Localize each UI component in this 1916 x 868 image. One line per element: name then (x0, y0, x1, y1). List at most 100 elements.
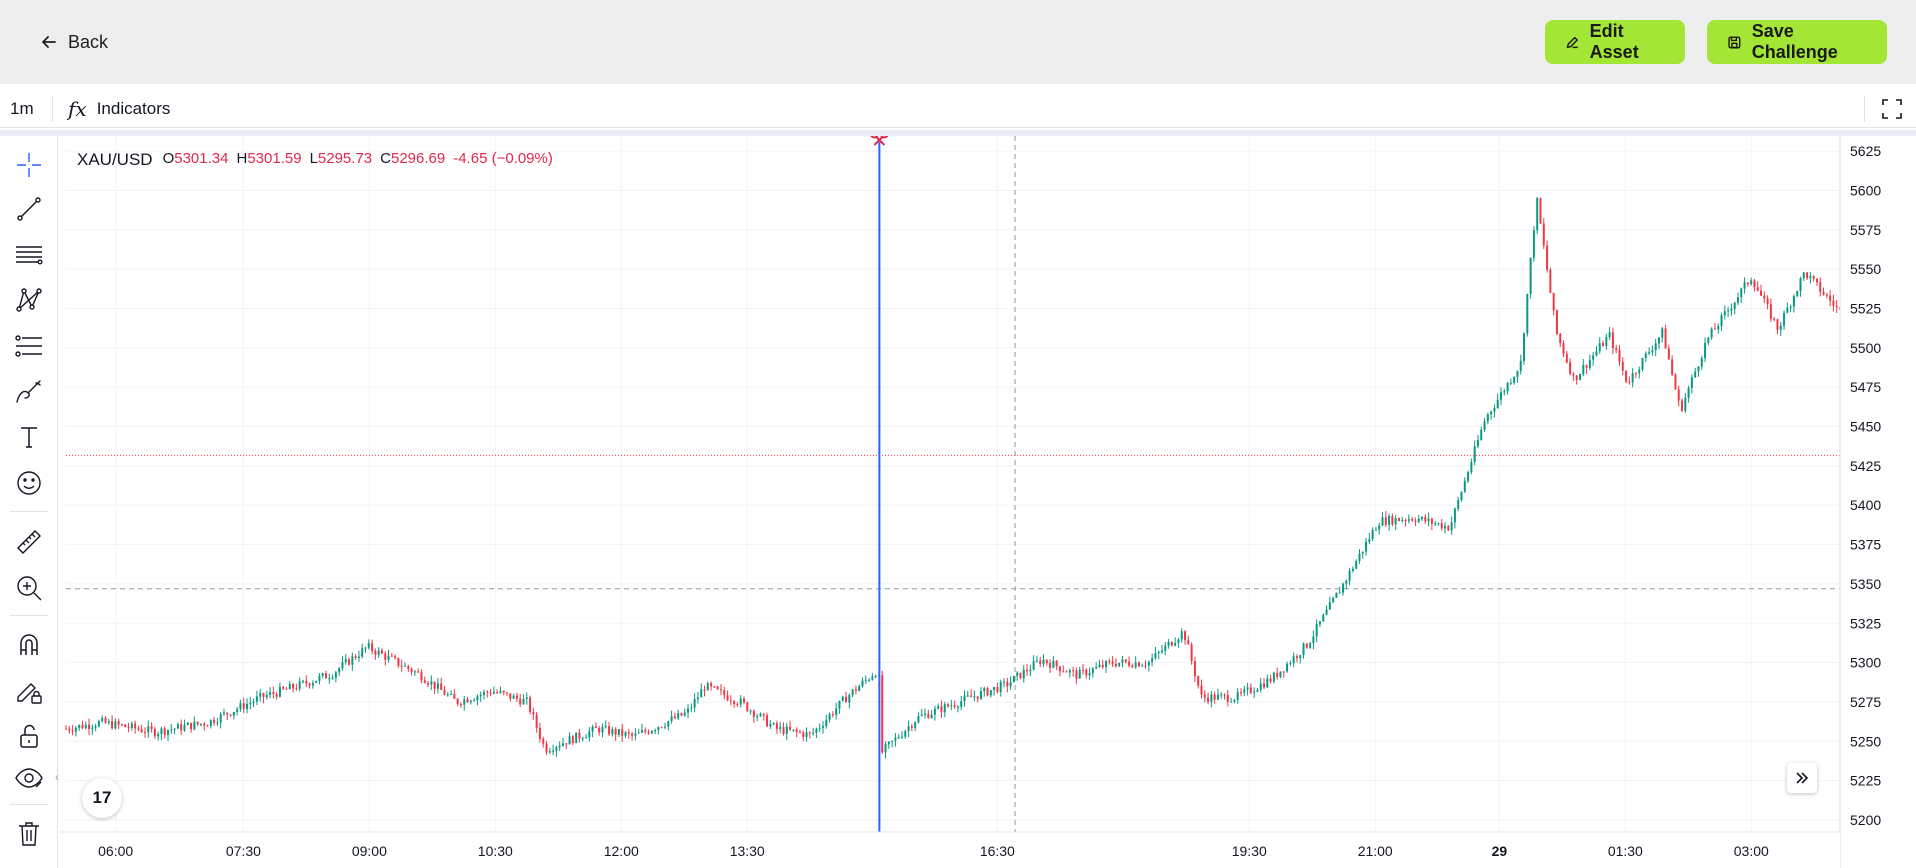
candle-body (891, 740, 894, 742)
delete-drawings-tool[interactable] (12, 816, 46, 850)
crosshair-tool[interactable] (12, 148, 46, 182)
candle-body (772, 723, 775, 725)
horizontal-lines-tool[interactable] (12, 237, 46, 271)
candle-body (1114, 663, 1117, 667)
time-axis[interactable]: 06:00 07:30 09:00 10:30 12:00 13:30 16:30 19:30… (60, 831, 1840, 868)
candle-body (1611, 332, 1614, 349)
candle-body (246, 703, 249, 710)
candle-body (736, 704, 739, 706)
candle-body (1825, 294, 1828, 296)
candle-body (1088, 673, 1091, 676)
candle-body (1819, 282, 1822, 292)
candle-body (864, 679, 867, 681)
price-axis[interactable]: 5200 5225 5250 5275 5300 5325 5350 5375 5400 5425… (1839, 136, 1916, 868)
candle-body (338, 668, 341, 673)
candle-body (377, 650, 380, 655)
candle-body (1700, 358, 1703, 367)
candle-body (130, 723, 133, 729)
candle-body (729, 700, 732, 702)
collapse-toolbar-handle[interactable]: ‹ (55, 770, 65, 798)
drawing-toolbar (0, 136, 58, 868)
candle-body (489, 692, 492, 694)
ruler-icon (17, 530, 41, 554)
candle-body (1072, 670, 1075, 672)
pattern-tool[interactable] (12, 283, 46, 317)
candle-body (1421, 517, 1424, 519)
ruler-tool[interactable] (12, 525, 46, 559)
text-tool[interactable] (12, 420, 46, 454)
candle-body (996, 687, 999, 693)
candle-body (608, 725, 611, 735)
eye-icon (15, 768, 43, 788)
candle-body (1773, 318, 1776, 320)
magnet-tool[interactable] (12, 627, 46, 661)
emoji-tool[interactable] (12, 466, 46, 500)
symbol-name[interactable]: XAU/USD (77, 150, 153, 170)
candle-body (1160, 650, 1163, 652)
fullscreen-button[interactable] (1880, 97, 1904, 121)
time-tick-label: 01:30 (1608, 843, 1643, 859)
indicators-button[interactable]: fx Indicators (68, 96, 170, 122)
candle-body (216, 722, 219, 724)
trend-line-tool[interactable] (12, 192, 46, 226)
tradingview-logo[interactable]: 17 (82, 778, 122, 818)
candle-body (147, 726, 150, 733)
back-button[interactable]: Back (40, 28, 108, 56)
candle-body (120, 724, 123, 726)
candle-body (920, 714, 923, 716)
candle-body (499, 691, 502, 693)
candle-body (137, 728, 140, 730)
candle-body (354, 656, 357, 659)
candle-body (436, 683, 439, 689)
candle-body (1615, 348, 1618, 350)
candle-body (486, 691, 489, 693)
candle-body (1457, 499, 1460, 509)
candle-body (687, 708, 690, 713)
candle-body (1822, 291, 1825, 295)
lock-drawing-tool[interactable] (12, 673, 46, 707)
candle-body (670, 716, 673, 722)
candle-body (1062, 671, 1065, 673)
scroll-to-realtime-button[interactable] (1787, 763, 1817, 793)
lock-drawing-icon (17, 683, 42, 704)
candle-body (1338, 592, 1341, 594)
price-chart[interactable]: 5431.655523.175346.9228 Jan '26 17:3128 … (60, 136, 1916, 868)
candle-body (315, 680, 318, 683)
visibility-tool[interactable] (12, 761, 46, 795)
candle-body (1582, 365, 1585, 375)
save-challenge-button[interactable]: Save Challenge (1707, 20, 1887, 64)
zoom-in-tool[interactable] (12, 571, 46, 605)
price-tick-label: 5625 (1850, 143, 1881, 159)
candle-body (81, 724, 84, 729)
candle-body (838, 700, 841, 709)
candle-body (1147, 661, 1150, 666)
candle-body (1006, 681, 1009, 687)
candle-body (637, 732, 640, 734)
candle-body (344, 659, 347, 663)
fib-levels-tool[interactable] (12, 329, 46, 363)
candle-body (881, 675, 884, 753)
candle-body (255, 696, 258, 702)
candle-body (1717, 326, 1720, 330)
candle-body (979, 691, 982, 699)
candle-body (831, 714, 834, 716)
candle-body (101, 717, 104, 722)
candle-body (575, 732, 578, 744)
candle-body (1434, 523, 1437, 525)
candle-body (1690, 377, 1693, 388)
candle-body (1440, 523, 1443, 529)
candle-body (986, 688, 989, 696)
edit-asset-button[interactable]: Edit Asset (1545, 20, 1685, 64)
candle-body (522, 698, 525, 705)
unlock-tool[interactable] (12, 719, 46, 753)
candle-body (1776, 319, 1779, 330)
brush-tool[interactable] (12, 375, 46, 409)
interval-selector[interactable]: 1m (10, 99, 34, 119)
candle-body (1598, 343, 1601, 352)
candle-body (160, 728, 163, 734)
candle-body (1058, 666, 1061, 672)
candle-body (1085, 669, 1088, 676)
candle-body (199, 723, 202, 725)
candle-body (1397, 518, 1400, 522)
price-tick-label: 5325 (1850, 615, 1881, 631)
